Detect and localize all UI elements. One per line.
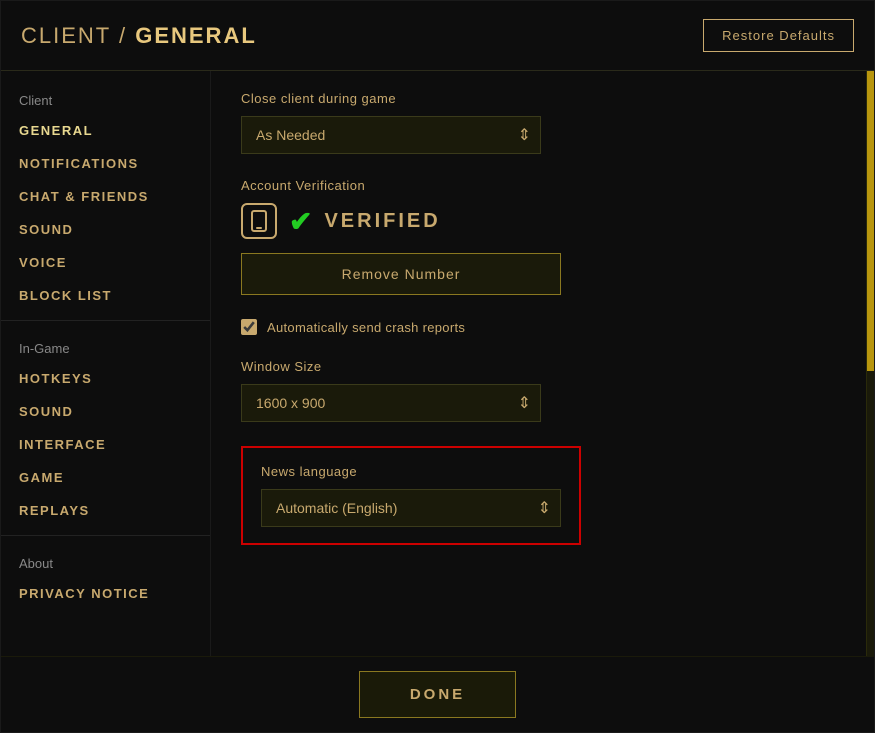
verified-row: ✔ VERIFIED <box>241 203 836 239</box>
sidebar-item-interface[interactable]: INTERFACE <box>1 428 210 461</box>
restore-defaults-button[interactable]: Restore Defaults <box>703 19 854 52</box>
sidebar-item-game[interactable]: GAME <box>1 461 210 494</box>
content-area: Close client during game As Needed Alway… <box>211 71 866 656</box>
window-size-select[interactable]: 1600 x 900 1280 x 720 1920 x 1080 <box>241 384 541 422</box>
done-button[interactable]: DONE <box>359 671 516 718</box>
scrollbar-thumb[interactable] <box>867 71 874 371</box>
page-title: CLIENT / GENERAL <box>21 23 257 49</box>
account-verification-section: Account Verification ✔ VERIFIED Remove N… <box>241 178 836 295</box>
header: CLIENT / GENERAL Restore Defaults <box>1 1 874 71</box>
separator: / <box>119 23 135 48</box>
sidebar: Client GENERAL NOTIFICATIONS CHAT & FRIE… <box>1 71 211 656</box>
scrollbar-track[interactable] <box>866 71 874 656</box>
sidebar-item-sound[interactable]: SOUND <box>1 213 210 246</box>
remove-number-button[interactable]: Remove Number <box>241 253 561 295</box>
auto-crash-checkbox[interactable] <box>241 319 257 335</box>
sidebar-item-block-list[interactable]: BLOCK LIST <box>1 279 210 312</box>
sidebar-item-voice[interactable]: VOICE <box>1 246 210 279</box>
sidebar-divider-1 <box>1 320 210 321</box>
close-client-section: Close client during game As Needed Alway… <box>241 91 836 154</box>
account-verification-label: Account Verification <box>241 178 836 193</box>
verified-checkmark-icon: ✔ <box>289 205 312 238</box>
news-language-section: News language Automatic (English) Englis… <box>241 446 581 545</box>
news-language-select[interactable]: Automatic (English) English French Germa… <box>261 489 561 527</box>
sidebar-item-chat-friends[interactable]: CHAT & FRIENDS <box>1 180 210 213</box>
sidebar-item-hotkeys[interactable]: HOTKEYS <box>1 362 210 395</box>
verified-label: VERIFIED <box>324 210 440 233</box>
client-section-label: Client <box>1 81 210 114</box>
footer: DONE <box>1 656 874 732</box>
auto-crash-label: Automatically send crash reports <box>267 320 465 335</box>
ingame-section-label: In-Game <box>1 329 210 362</box>
breadcrumb-general: GENERAL <box>135 23 257 48</box>
auto-crash-section: Automatically send crash reports <box>241 319 836 335</box>
news-language-select-wrapper: Automatic (English) English French Germa… <box>261 489 561 527</box>
breadcrumb-client: CLIENT <box>21 23 111 48</box>
sidebar-item-privacy[interactable]: PRIVACY NOTICE <box>1 577 210 610</box>
window-size-label: Window Size <box>241 359 836 374</box>
window-size-select-wrapper: 1600 x 900 1280 x 720 1920 x 1080 ⇕ <box>241 384 541 422</box>
news-language-label: News language <box>261 464 561 479</box>
about-section-label: About <box>1 544 210 577</box>
close-client-select-wrapper: As Needed Always Never ⇕ <box>241 116 541 154</box>
sidebar-divider-2 <box>1 535 210 536</box>
close-client-label: Close client during game <box>241 91 836 106</box>
window-size-section: Window Size 1600 x 900 1280 x 720 1920 x… <box>241 359 836 422</box>
main-body: Client GENERAL NOTIFICATIONS CHAT & FRIE… <box>1 71 874 656</box>
sidebar-item-notifications[interactable]: NOTIFICATIONS <box>1 147 210 180</box>
close-client-select[interactable]: As Needed Always Never <box>241 116 541 154</box>
phone-icon <box>241 203 277 239</box>
app-container: CLIENT / GENERAL Restore Defaults Client… <box>0 0 875 733</box>
sidebar-item-general[interactable]: GENERAL <box>1 114 210 147</box>
sidebar-item-replays[interactable]: REPLAYS <box>1 494 210 527</box>
sidebar-item-sound-ig[interactable]: SOUND <box>1 395 210 428</box>
